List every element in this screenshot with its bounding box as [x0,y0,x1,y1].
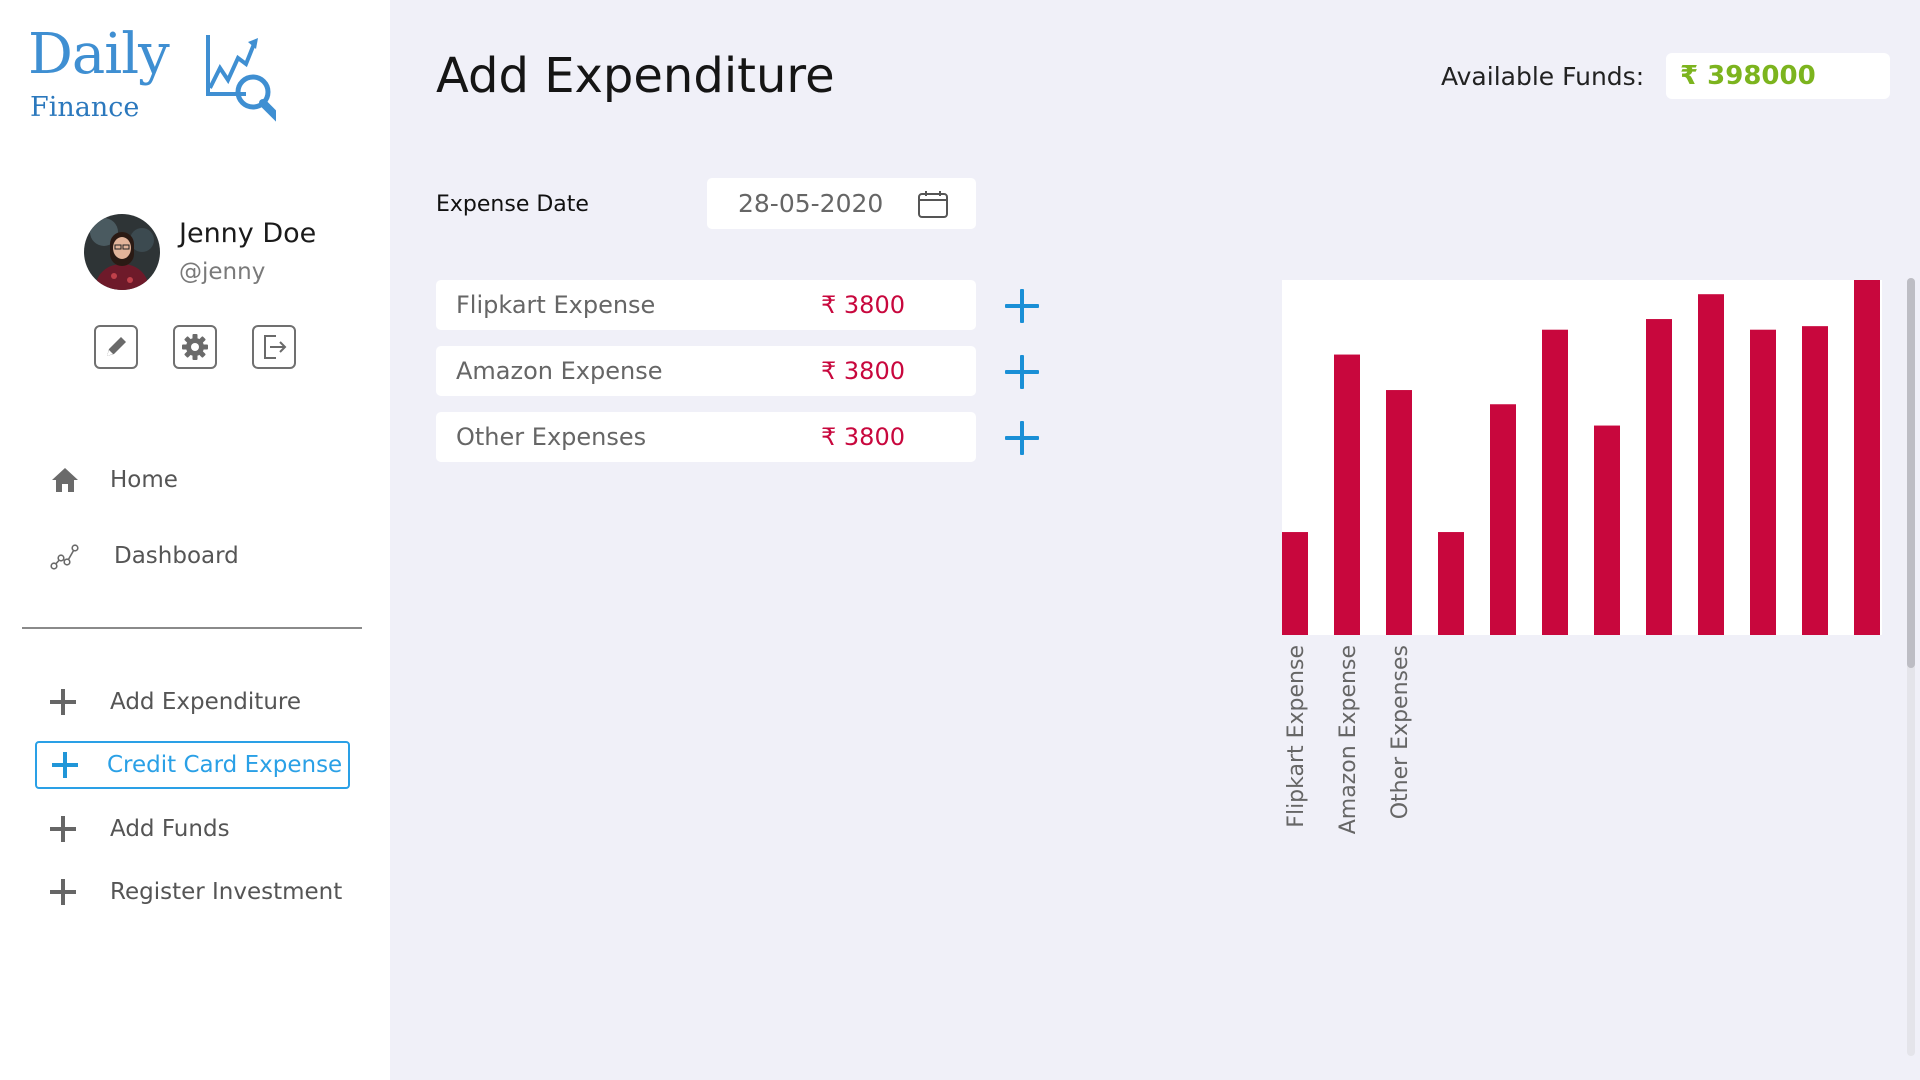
vertical-scrollbar[interactable] [1907,278,1915,1056]
chart-bar[interactable] [1646,319,1672,635]
expense-bar-chart: Flipkart Expense Amazon Expense Other Expe… [1282,280,1880,834]
chart-bar[interactable] [1386,390,1412,635]
chart-bar[interactable] [1542,329,1568,635]
chart-bar[interactable] [1698,294,1724,635]
chart-bar[interactable] [1802,326,1828,635]
chart-bar[interactable] [1750,329,1776,635]
chart-bar[interactable] [1438,532,1464,635]
scrollbar-thumb[interactable] [1907,278,1915,668]
chart-bar[interactable] [1282,532,1308,635]
chart-tick-label: Amazon Expense [1336,645,1361,834]
chart-tick-label: Other Expenses [1388,645,1413,819]
chart-bar[interactable] [1334,354,1360,635]
chart-bar[interactable] [1594,425,1620,635]
chart-tick-label: Flipkart Expense [1284,645,1309,828]
chart-bar[interactable] [1490,404,1516,635]
chart-bar[interactable] [1854,280,1880,635]
